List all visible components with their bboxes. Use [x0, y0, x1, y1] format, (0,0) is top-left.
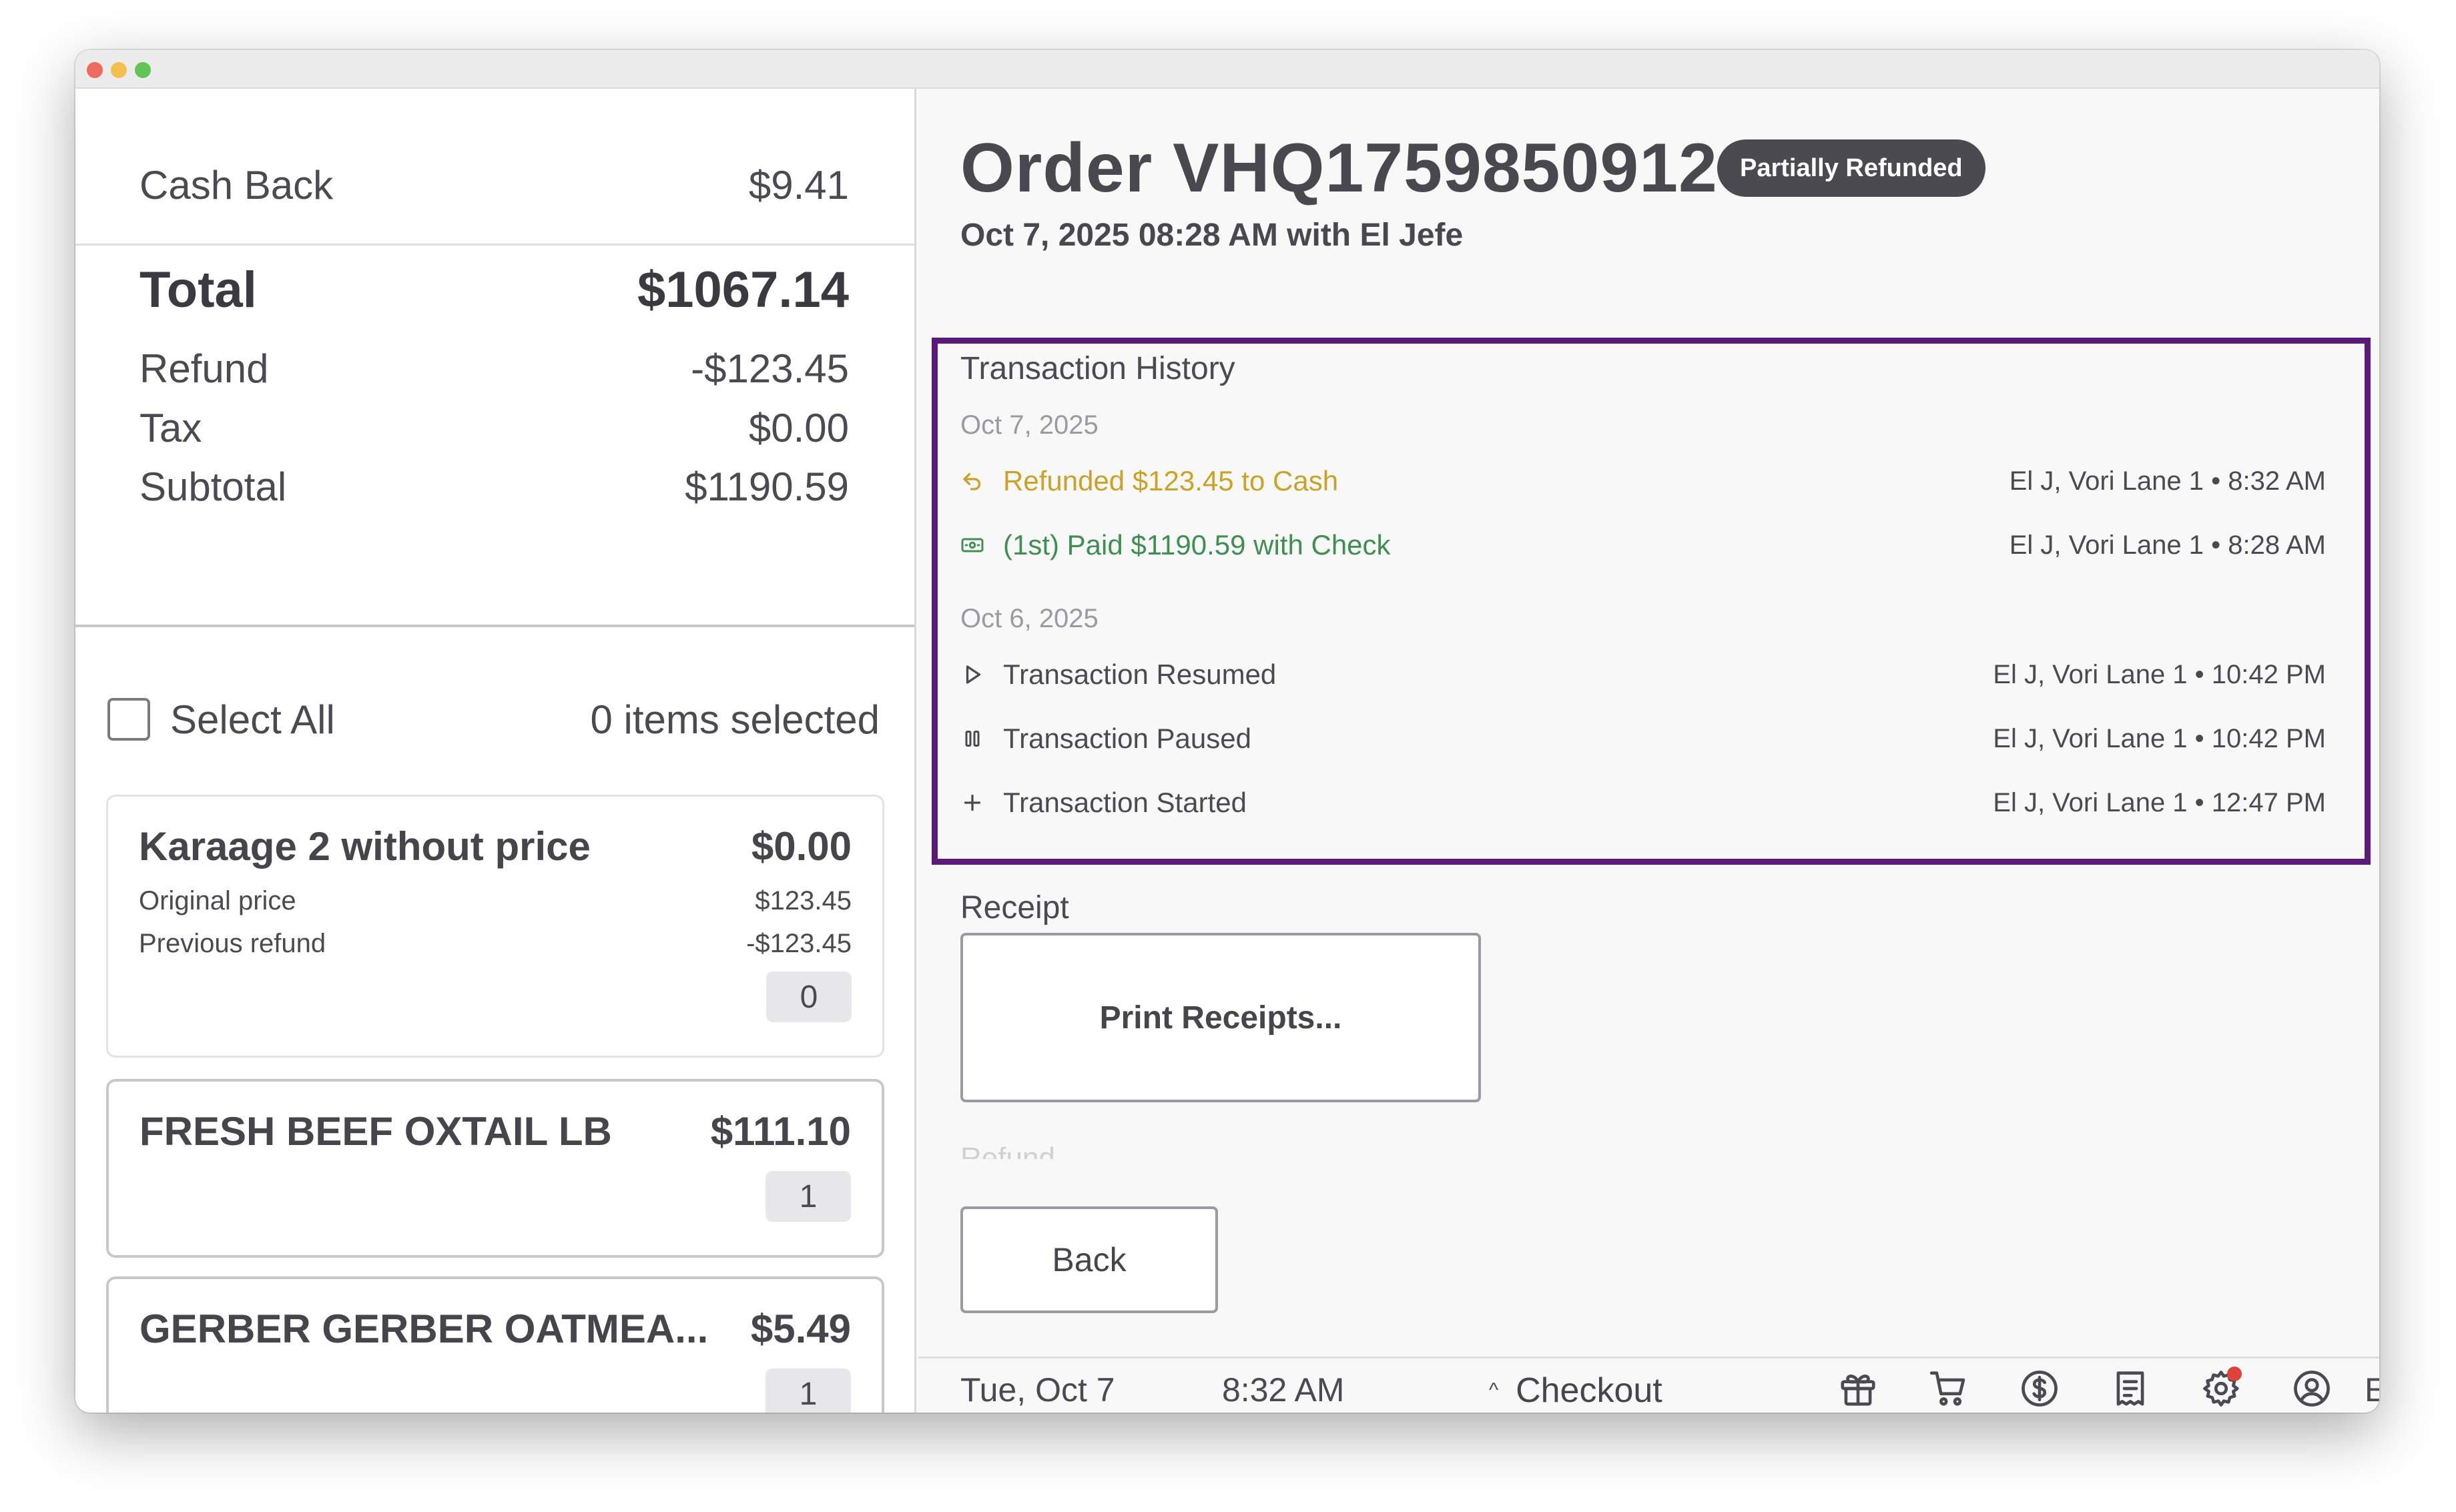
item-price: $0.00 — [751, 824, 852, 869]
history-entry-label: Refunded $123.45 to Cash — [1003, 465, 1339, 496]
chevron-up-icon: ^ — [1489, 1379, 1499, 1401]
order-title: Order VHQ1759850912 — [960, 129, 1718, 207]
tax-label: Tax — [139, 406, 202, 450]
pause-icon — [960, 727, 984, 751]
dollar-icon[interactable] — [2018, 1367, 2062, 1411]
line-item-card[interactable]: GERBER GERBER OATMEA... $5.49 1 — [106, 1276, 884, 1413]
transaction-history-title: Transaction History — [960, 351, 1235, 386]
subtotal-row: Subtotal $1190.59 — [139, 464, 849, 510]
print-receipts-button[interactable]: Print Receipts... — [960, 933, 1481, 1102]
item-quantity[interactable]: 0 — [766, 972, 852, 1022]
checkout-label: Checkout — [1516, 1371, 1662, 1410]
select-all-label: Select All — [170, 697, 335, 742]
plus-icon — [960, 791, 984, 815]
select-all-checkbox[interactable] — [107, 698, 150, 741]
history-entry: Transaction Started El J, Vori Lane 1 • … — [960, 783, 2326, 823]
item-price: $5.49 — [750, 1306, 851, 1351]
total-value: $1067.14 — [637, 262, 849, 318]
history-entry: Transaction Resumed El J, Vori Lane 1 • … — [960, 655, 2326, 695]
receipt-title: Receipt — [960, 890, 1069, 925]
divider — [75, 625, 914, 627]
minimize-window-button[interactable] — [111, 62, 127, 78]
original-price-value: $123.45 — [755, 886, 852, 915]
order-subtitle: Oct 7, 2025 08:28 AM with El Jefe — [960, 218, 1464, 253]
original-price-label: Original price — [139, 886, 296, 915]
history-entry-label: Transaction Paused — [1003, 723, 1251, 754]
item-name: GERBER GERBER OATMEA... — [139, 1306, 709, 1351]
item-quantity[interactable]: 1 — [765, 1369, 851, 1413]
user-name[interactable]: El — [2365, 1371, 2379, 1409]
item-name: FRESH BEEF OXTAIL LB — [139, 1109, 612, 1154]
app-window: Cash Back $9.41 Total $1067.14 Refund -$… — [75, 50, 2379, 1413]
item-quantity[interactable]: 1 — [765, 1171, 851, 1222]
close-window-button[interactable] — [87, 62, 103, 78]
history-entry: (1st) Paid $1190.59 with Check El J, Vor… — [960, 525, 2326, 565]
tax-row: Tax $0.00 — [139, 405, 849, 451]
refund-label: Refund — [139, 346, 269, 391]
cash-back-value: $9.41 — [748, 163, 849, 208]
refund-value: -$123.45 — [691, 346, 849, 391]
refund-section-title: Refund — [960, 1142, 1055, 1159]
selected-count: 0 items selected — [590, 697, 880, 742]
subtotal-label: Subtotal — [139, 464, 287, 509]
order-items-pane: Cash Back $9.41 Total $1067.14 Refund -$… — [75, 89, 916, 1413]
receipt-icon[interactable] — [2108, 1367, 2152, 1411]
subtotal-value: $1190.59 — [685, 464, 849, 509]
gift-icon[interactable] — [1836, 1367, 1880, 1411]
history-entry: Transaction Paused El J, Vori Lane 1 • 1… — [960, 719, 2326, 759]
previous-refund-label: Previous refund — [139, 929, 326, 958]
history-entry-meta: El J, Vori Lane 1 • 10:42 PM — [1993, 723, 2326, 753]
select-all-toggle[interactable]: Select All — [107, 697, 335, 743]
history-date-header: Oct 7, 2025 — [960, 410, 1099, 440]
footer-time: 8:32 AM — [1222, 1371, 1345, 1409]
user-icon[interactable] — [2290, 1367, 2334, 1411]
line-item-card[interactable]: FRESH BEEF OXTAIL LB $111.10 1 — [106, 1079, 884, 1258]
total-label: Total — [139, 262, 257, 318]
history-entry-label: Transaction Started — [1003, 787, 1247, 818]
line-item-card[interactable]: Karaage 2 without price $0.00 Original p… — [106, 795, 884, 1058]
footer-date: Tue, Oct 7 — [960, 1371, 1115, 1409]
order-detail-pane: Order VHQ1759850912 Partially Refunded O… — [918, 89, 2379, 1413]
checkout-toggle[interactable]: ^ Checkout — [1489, 1371, 1662, 1411]
history-entry: Refunded $123.45 to Cash El J, Vori Lane… — [960, 461, 2326, 501]
settings-icon[interactable] — [2199, 1367, 2243, 1411]
refund-row: Refund -$123.45 — [139, 346, 849, 392]
status-badge: Partially Refunded — [1717, 139, 1985, 197]
play-icon — [960, 663, 984, 687]
total-row: Total $1067.14 — [139, 261, 849, 319]
status-bar: Tue, Oct 7 8:32 AM ^ Checkout E — [918, 1357, 2379, 1413]
select-all-bar: Select All 0 items selected — [107, 689, 880, 749]
cash-back-label: Cash Back — [139, 163, 334, 208]
refund-arrow-icon — [960, 469, 984, 493]
previous-refund-value: -$123.45 — [746, 929, 852, 958]
history-entry-label: (1st) Paid $1190.59 with Check — [1003, 529, 1391, 560]
history-entry-meta: El J, Vori Lane 1 • 10:42 PM — [1993, 659, 2326, 689]
notification-dot — [2227, 1367, 2242, 1381]
history-date-header: Oct 6, 2025 — [960, 604, 1099, 633]
zoom-window-button[interactable] — [135, 62, 151, 78]
tax-value: $0.00 — [748, 406, 849, 450]
item-name: Karaage 2 without price — [139, 824, 591, 869]
cash-back-row: Cash Back $9.41 — [139, 162, 849, 208]
back-button[interactable]: Back — [960, 1206, 1218, 1313]
title-bar — [75, 50, 2379, 89]
item-price: $111.10 — [710, 1109, 851, 1154]
cash-icon — [960, 533, 984, 557]
history-entry-meta: El J, Vori Lane 1 • 12:47 PM — [1993, 787, 2326, 817]
history-entry-label: Transaction Resumed — [1003, 659, 1277, 690]
cart-icon[interactable] — [1927, 1367, 1971, 1411]
history-entry-meta: El J, Vori Lane 1 • 8:28 AM — [2009, 530, 2326, 560]
history-entry-meta: El J, Vori Lane 1 • 8:32 AM — [2009, 466, 2326, 496]
divider — [75, 244, 914, 246]
